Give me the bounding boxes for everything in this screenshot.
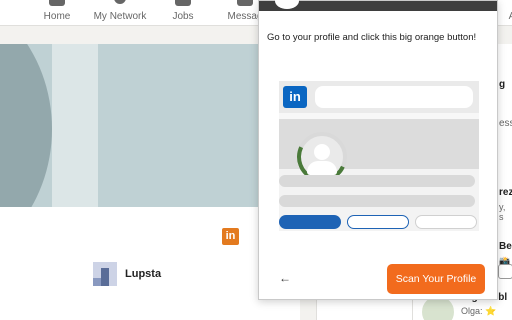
banner-disc xyxy=(0,44,52,207)
linkedin-logo-icon: in xyxy=(283,86,307,108)
popup-header xyxy=(259,0,497,11)
message-icon xyxy=(237,0,253,6)
right-col-text: ess xyxy=(499,118,512,129)
person-subtitle: Olga: ⭐ xyxy=(461,306,497,316)
illustration-search xyxy=(315,86,473,108)
right-col-text: g xyxy=(499,79,506,90)
nav-network-label: My Network xyxy=(93,11,147,22)
logo-block xyxy=(93,278,101,286)
nav-my-network[interactable]: My Network xyxy=(90,0,150,26)
illustration-line xyxy=(279,175,475,187)
profile-banner xyxy=(0,44,300,207)
illustration-header: in xyxy=(279,81,479,113)
profile-illustration: in xyxy=(279,81,479,231)
illustration-button xyxy=(347,215,409,229)
banner-stripe xyxy=(52,44,98,207)
back-arrow-icon[interactable]: ← xyxy=(279,271,291,285)
right-col-text: Be xyxy=(499,241,512,252)
network-icon xyxy=(114,0,126,4)
illustration-button xyxy=(415,215,477,229)
nav-jobs-label: Jobs xyxy=(172,11,194,22)
briefcase-icon xyxy=(175,0,191,6)
linkedin-badge-icon[interactable]: in xyxy=(222,228,239,245)
instruction-text: Go to your profile and click this big or… xyxy=(267,32,477,43)
illustration-line xyxy=(279,195,475,207)
home-icon xyxy=(49,0,65,6)
illustration-button xyxy=(279,215,341,229)
company-name[interactable]: Lupsta xyxy=(125,268,161,280)
nav-partial-label: A xyxy=(508,11,512,22)
nav-home-label: Home xyxy=(43,11,71,22)
profile-card: in Lupsta xyxy=(0,44,300,320)
nav-partial-item[interactable]: A xyxy=(506,0,512,26)
popup-logo xyxy=(275,0,299,9)
card-icon[interactable] xyxy=(498,264,512,279)
avatar-torso xyxy=(307,161,337,175)
avatar-head xyxy=(314,144,330,160)
nav-jobs[interactable]: Jobs xyxy=(168,0,198,26)
scan-profile-button[interactable]: Scan Your Profile xyxy=(387,264,485,294)
illustration-body xyxy=(279,119,479,231)
nav-home[interactable]: Home xyxy=(40,0,74,26)
extension-popup: Go to your profile and click this big or… xyxy=(258,0,498,300)
logo-block xyxy=(101,268,109,286)
company-logo[interactable] xyxy=(93,262,117,286)
right-col-text: y, s xyxy=(499,202,506,222)
right-col-text: rez xyxy=(499,187,512,198)
